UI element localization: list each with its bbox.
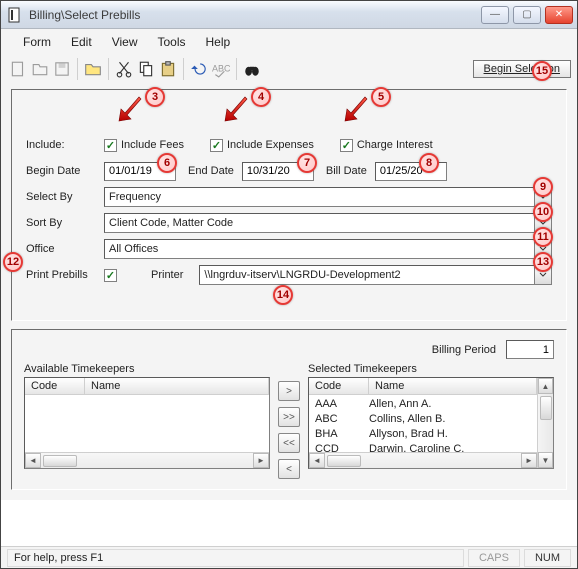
include-expenses-text: Include Expenses — [227, 139, 314, 151]
bill-date-input[interactable] — [375, 162, 447, 181]
menu-edit[interactable]: Edit — [67, 33, 96, 51]
include-fees-text: Include Fees — [121, 139, 184, 151]
status-caps: CAPS — [468, 549, 520, 567]
include-fees-checkbox[interactable]: ✓ Include Fees — [104, 139, 184, 152]
available-timekeepers-label: Available Timekeepers — [24, 363, 270, 375]
vertical-scrollbar[interactable]: ▲ ▼ — [537, 378, 553, 468]
select-by-combo[interactable]: Frequency — [104, 187, 535, 207]
begin-selection-label: Begin Selection — [484, 63, 560, 75]
scroll-right-icon[interactable]: ► — [253, 453, 269, 468]
new-icon[interactable] — [9, 60, 27, 78]
column-header-code[interactable]: Code — [25, 378, 85, 394]
print-prebills-checkbox[interactable]: ✓ — [104, 269, 117, 282]
chevron-down-icon[interactable] — [535, 265, 552, 285]
folder-icon[interactable] — [84, 60, 102, 78]
status-num: NUM — [524, 549, 571, 567]
binoculars-icon[interactable] — [243, 60, 261, 78]
column-header-code[interactable]: Code — [309, 378, 369, 394]
save-icon[interactable] — [53, 60, 71, 78]
menu-help[interactable]: Help — [202, 33, 235, 51]
select-by-label: Select By — [26, 191, 96, 203]
move-left-button[interactable]: < — [278, 459, 300, 479]
list-item[interactable]: BHAAllyson, Brad H. — [309, 426, 537, 441]
checkmark-icon: ✓ — [340, 139, 353, 152]
spellcheck-icon[interactable]: ABC — [212, 60, 230, 78]
scroll-thumb[interactable] — [43, 455, 77, 467]
column-header-name[interactable]: Name — [369, 378, 537, 394]
timekeeper-panel: Billing Period Available Timekeepers Cod… — [11, 329, 567, 490]
sort-by-value: Client Code, Matter Code — [109, 217, 233, 229]
scroll-up-icon[interactable]: ▲ — [538, 378, 553, 394]
billing-period-label: Billing Period — [432, 344, 496, 356]
menu-view[interactable]: View — [108, 33, 142, 51]
selected-timekeepers-list[interactable]: Code Name AAAAllen, Ann A. ABCCollins, A… — [308, 377, 554, 469]
printer-label: Printer — [151, 269, 183, 281]
open-icon[interactable] — [31, 60, 49, 78]
printer-combo[interactable]: \\lngrduv-itserv\LNGRDU-Development2 — [199, 265, 535, 285]
paste-icon[interactable] — [159, 60, 177, 78]
menubar: Form Edit View Tools Help — [1, 29, 577, 55]
scroll-left-icon[interactable]: ◄ — [25, 453, 41, 468]
begin-selection-button[interactable]: Begin Selection — [473, 60, 571, 78]
scroll-right-icon[interactable]: ► — [521, 453, 537, 468]
menu-form[interactable]: Form — [19, 33, 55, 51]
begin-date-input[interactable] — [104, 162, 176, 181]
app-icon — [7, 7, 23, 23]
scroll-left-icon[interactable]: ◄ — [309, 453, 325, 468]
minimize-button[interactable]: — — [481, 6, 509, 24]
statusbar: For help, press F1 CAPS NUM — [1, 546, 577, 568]
move-right-button[interactable]: > — [278, 381, 300, 401]
end-date-input[interactable] — [242, 162, 314, 181]
include-expenses-checkbox[interactable]: ✓ Include Expenses — [210, 139, 314, 152]
charge-interest-text: Charge Interest — [357, 139, 433, 151]
move-all-left-button[interactable]: << — [278, 433, 300, 453]
horizontal-scrollbar[interactable]: ◄ ► — [309, 452, 537, 468]
checkmark-icon: ✓ — [210, 139, 223, 152]
scroll-thumb[interactable] — [540, 396, 552, 420]
printer-value: \\lngrduv-itserv\LNGRDU-Development2 — [204, 269, 400, 281]
menu-tools[interactable]: Tools — [153, 33, 189, 51]
scroll-thumb[interactable] — [327, 455, 361, 467]
list-item[interactable]: ABCCollins, Allen B. — [309, 411, 537, 426]
window-buttons: — ▢ ✕ — [481, 6, 573, 24]
sort-by-label: Sort By — [26, 217, 96, 229]
list-item[interactable]: CCDDarwin, Caroline C. — [309, 441, 537, 452]
select-by-value: Frequency — [109, 191, 161, 203]
available-timekeepers-list[interactable]: Code Name ◄ ► — [24, 377, 270, 469]
cut-icon[interactable] — [115, 60, 133, 78]
include-label: Include: — [26, 139, 96, 151]
copy-icon[interactable] — [137, 60, 155, 78]
maximize-button[interactable]: ▢ — [513, 6, 541, 24]
svg-text:ABC: ABC — [212, 63, 230, 73]
close-button[interactable]: ✕ — [545, 6, 573, 24]
billing-period-input[interactable] — [506, 340, 554, 359]
sort-by-combo[interactable]: Client Code, Matter Code — [104, 213, 535, 233]
begin-date-label: Begin Date — [26, 165, 96, 177]
horizontal-scrollbar[interactable]: ◄ ► — [25, 452, 269, 468]
column-header-name[interactable]: Name — [85, 378, 269, 394]
titlebar: Billing\Select Prebills — ▢ ✕ — [1, 1, 577, 29]
bill-date-label: Bill Date — [326, 165, 367, 177]
print-prebills-label: Print Prebills — [26, 269, 96, 281]
status-help-text: For help, press F1 — [7, 549, 464, 567]
end-date-label: End Date — [188, 165, 234, 177]
form-panel: Include: ✓ Include Fees ✓ Include Expens… — [11, 89, 567, 321]
move-all-right-button[interactable]: >> — [278, 407, 300, 427]
toolbar: ABC Begin Selection — [1, 55, 577, 83]
scroll-down-icon[interactable]: ▼ — [538, 452, 553, 468]
checkmark-icon: ✓ — [104, 139, 117, 152]
office-value: All Offices — [109, 243, 158, 255]
chevron-down-icon[interactable] — [535, 213, 552, 233]
office-combo[interactable]: All Offices — [104, 239, 535, 259]
undo-icon[interactable] — [190, 60, 208, 78]
charge-interest-checkbox[interactable]: ✓ Charge Interest — [340, 139, 433, 152]
window-title: Billing\Select Prebills — [29, 8, 481, 22]
selected-timekeepers-label: Selected Timekeepers — [308, 363, 554, 375]
chevron-down-icon[interactable] — [535, 239, 552, 259]
list-item[interactable]: AAAAllen, Ann A. — [309, 396, 537, 411]
chevron-down-icon[interactable] — [535, 187, 552, 207]
office-label: Office — [26, 243, 96, 255]
